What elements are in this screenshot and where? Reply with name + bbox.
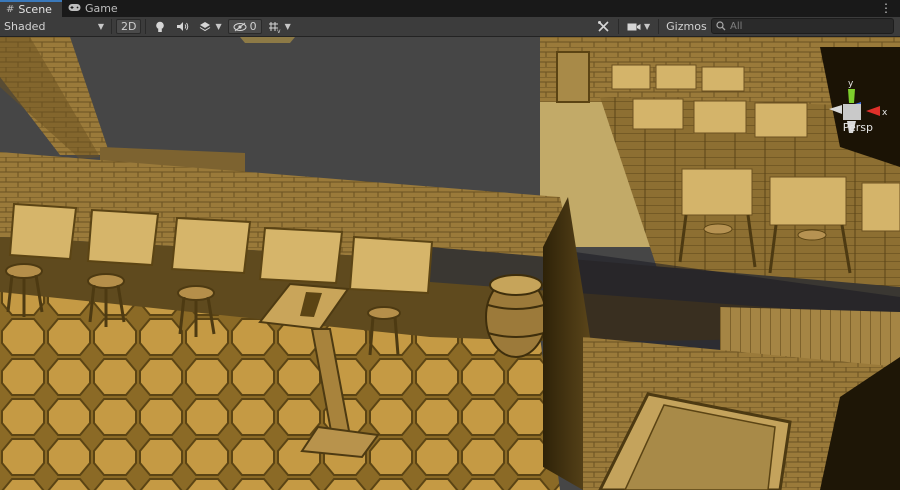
toggle-2d-button[interactable]: 2D <box>116 19 142 34</box>
distant-beam <box>240 37 295 43</box>
tools-icon <box>598 21 609 32</box>
toggle-2d-label: 2D <box>121 20 137 33</box>
hidden-objects-toggle[interactable]: 0 <box>227 19 262 34</box>
grid-dropdown[interactable]: y ▼ <box>264 19 295 34</box>
tab-scene[interactable]: # Scene <box>0 0 62 17</box>
gizmos-label: Gizmos <box>666 20 707 33</box>
upper-door <box>556 51 590 103</box>
speaker-icon <box>177 22 189 31</box>
search-icon <box>716 21 726 31</box>
scene-toolbar: Shaded ▼ 2D ▼ 0 y ▼ ▼ Gizmos ▼ <box>0 17 900 37</box>
lightbulb-icon <box>156 21 165 32</box>
gizmo-y-label: y <box>848 79 854 89</box>
chevron-down-icon: ▼ <box>97 22 104 31</box>
toolbar-divider <box>618 19 619 34</box>
audio-toggle[interactable] <box>172 19 193 34</box>
search-input[interactable] <box>726 20 880 32</box>
effects-stack-icon <box>200 22 211 32</box>
chevron-down-icon: ▼ <box>215 22 222 31</box>
hidden-objects-count: 0 <box>249 20 257 33</box>
chevron-down-icon: ▼ <box>644 22 651 31</box>
camera-icon <box>627 23 641 30</box>
svg-text:y: y <box>277 28 281 33</box>
tab-game-label: Game <box>84 2 118 15</box>
more-options-icon[interactable]: ⋮ <box>880 1 892 15</box>
gizmo-neg-x-axis[interactable] <box>829 105 842 114</box>
toolbar-divider <box>111 19 112 34</box>
scene-search[interactable] <box>711 18 894 34</box>
gizmo-x-label: x <box>882 108 888 118</box>
tools-button[interactable] <box>593 19 614 34</box>
toolbar-divider <box>658 19 660 34</box>
gizmo-y-axis[interactable] <box>848 89 855 103</box>
shading-mode-dropdown[interactable]: Shaded ▼ <box>0 18 108 35</box>
scene-render[interactable] <box>0 37 900 490</box>
gizmo-x-axis[interactable] <box>866 106 880 116</box>
tab-scene-label: Scene <box>18 3 52 16</box>
effects-dropdown[interactable]: ▼ <box>195 19 225 34</box>
lighting-toggle[interactable] <box>150 19 170 34</box>
tab-game[interactable]: Game <box>62 0 128 17</box>
shading-mode-value: Shaded <box>4 20 46 33</box>
hashtag-icon: # <box>6 4 15 15</box>
scene-viewport[interactable]: y x Persp <box>0 37 900 490</box>
toolbar-divider <box>145 19 147 34</box>
grid-axis-icon: y <box>268 21 281 33</box>
chevron-down-icon: ▼ <box>284 22 291 31</box>
eye-slash-icon <box>233 22 247 31</box>
tab-bar: # Scene Game ⋮ <box>0 0 900 17</box>
gamepad-icon <box>68 3 81 15</box>
projection-label[interactable]: Persp <box>843 121 873 134</box>
camera-dropdown[interactable]: ▼ <box>623 19 654 34</box>
gizmo-center-cube[interactable] <box>843 104 861 120</box>
barrel <box>485 274 547 358</box>
